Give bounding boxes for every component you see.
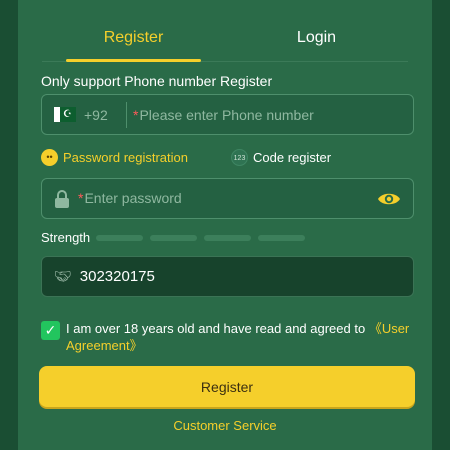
code-register-label: Code register <box>253 149 332 165</box>
phone-input[interactable]: ☪ +92 * Please enter Phone number <box>41 94 414 135</box>
password-placeholder: Enter password <box>84 189 182 206</box>
tab-login[interactable]: Login <box>225 18 408 61</box>
strength-label: Strength <box>41 230 91 245</box>
code-register-option[interactable]: 123 Code register <box>231 148 332 166</box>
handshake-icon: 🤝︎ <box>54 268 72 284</box>
code-123-icon: 123 <box>231 148 248 166</box>
register-button[interactable]: Register <box>39 366 415 407</box>
strength-bar-segment <box>96 234 144 241</box>
password-input[interactable]: *Enter password <box>41 178 414 219</box>
invite-code-input[interactable]: 🤝︎ 302320175 <box>41 256 414 297</box>
agreement-statement: I am over 18 years old and have read and… <box>66 321 369 336</box>
register-mode-options: •• Password registration 123 Code regist… <box>41 146 414 168</box>
tab-register[interactable]: Register <box>42 18 225 62</box>
agreement-row: ✓ I am over 18 years old and have read a… <box>41 320 414 354</box>
strength-bar-segment <box>258 234 306 241</box>
agreement-checkbox[interactable]: ✓ <box>41 321 60 340</box>
password-strength: Strength <box>41 230 312 245</box>
customer-service-link[interactable]: Customer Service <box>0 418 450 433</box>
country-code[interactable]: +92 <box>84 107 126 123</box>
strength-bar-segment <box>150 234 198 241</box>
strength-bar-segment <box>204 234 252 241</box>
agreement-text: I am over 18 years old and have read and… <box>66 320 414 354</box>
auth-tabs: Register Login <box>42 18 408 62</box>
phone-register-hint: Only support Phone number Register <box>41 73 273 89</box>
password-dots-icon: •• <box>41 148 58 166</box>
side-margin-left <box>0 0 18 450</box>
pakistan-flag-icon[interactable]: ☪ <box>54 107 76 122</box>
password-registration-option[interactable]: •• Password registration <box>41 148 188 166</box>
lock-icon <box>54 189 70 208</box>
required-mark: * <box>133 106 139 123</box>
password-registration-label: Password registration <box>63 149 188 165</box>
invite-code-value[interactable]: 302320175 <box>80 268 155 285</box>
phone-placeholder: Please enter Phone number <box>139 106 314 123</box>
eye-icon[interactable] <box>377 191 401 207</box>
required-mark: * <box>78 189 84 206</box>
side-margin-right <box>432 0 450 450</box>
divider <box>126 101 127 128</box>
